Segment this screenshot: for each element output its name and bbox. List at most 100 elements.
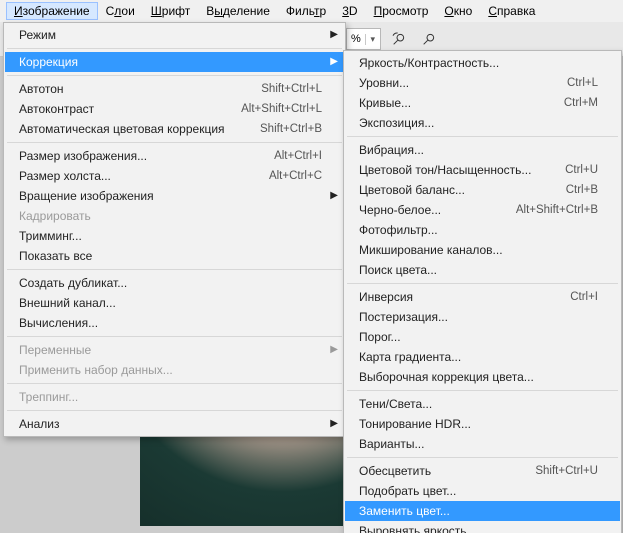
menubar-item[interactable]: Фильтр (278, 2, 334, 20)
menubar-item[interactable]: Выделение (198, 2, 278, 20)
menu-item-label: Постеризация... (359, 310, 448, 324)
chevron-right-icon: ▶ (330, 190, 338, 201)
menu-item[interactable]: Яркость/Контрастность... (345, 53, 620, 73)
menu-item[interactable]: Тени/Света... (345, 394, 620, 414)
menu-item-shortcut: Ctrl+U (565, 164, 598, 176)
menu-item[interactable]: Варианты... (345, 434, 620, 454)
menu-item[interactable]: Цветовой баланс...Ctrl+B (345, 180, 620, 200)
menu-item-label: Поиск цвета... (359, 263, 437, 277)
menubar-item-post: D (349, 4, 358, 18)
chevron-right-icon: ▶ (330, 29, 338, 40)
menu-item-shortcut: Ctrl+M (564, 97, 598, 109)
percent-suffix: % (347, 33, 365, 45)
menubar-item[interactable]: Шрифт (143, 2, 198, 20)
menu-item[interactable]: Микширование каналов... (345, 240, 620, 260)
menubar-item-mnemonic: И (14, 4, 23, 18)
menu-item[interactable]: Постеризация... (345, 307, 620, 327)
chevron-right-icon: ▶ (330, 418, 338, 429)
menu-item-label: Черно-белое... (359, 203, 441, 217)
menu-item[interactable]: Фотофильтр... (345, 220, 620, 240)
menu-item[interactable]: Вычисления... (5, 313, 344, 333)
menu-item-label: Фотофильтр... (359, 223, 438, 237)
menu-item[interactable]: Размер холста...Alt+Ctrl+C (5, 166, 344, 186)
menu-item[interactable]: Показать все (5, 246, 344, 266)
menu-item[interactable]: Вибрация... (345, 140, 620, 160)
menu-item-label: Порог... (359, 330, 401, 344)
menu-item[interactable]: Режим▶ (5, 25, 344, 45)
menu-item-label: Тени/Света... (359, 397, 432, 411)
menubar-item-post: рифт (162, 4, 190, 18)
menu-item[interactable]: Автоматическая цветовая коррекция Shift+C… (5, 119, 344, 139)
menu-item[interactable]: АвтотонShift+Ctrl+L (5, 79, 344, 99)
menu-item-label: Кадрировать (19, 209, 91, 223)
menu-item-shortcut: Ctrl+B (566, 184, 598, 196)
menubar-item-post: кно (454, 4, 473, 18)
menu-item[interactable]: Выборочная коррекция цвета... (345, 367, 620, 387)
menu-item: Кадрировать (5, 206, 344, 226)
menu-item-label: Уровни... (359, 76, 409, 90)
menu-item[interactable]: Инверсия Ctrl+I (345, 287, 620, 307)
menu-separator (347, 457, 618, 458)
menubar-item-pre: Филь (286, 4, 314, 18)
menu-item-shortcut: Shift+Ctrl+B (260, 123, 322, 135)
menu-item[interactable]: Тонирование HDR... (345, 414, 620, 434)
chevron-right-icon: ▶ (330, 56, 338, 67)
menu-item-label: Обесцветить (359, 464, 431, 478)
menu-item[interactable]: Уровни...Ctrl+L (345, 73, 620, 93)
menu-item[interactable]: Выровнять яркость (345, 521, 620, 533)
menu-item[interactable]: Поиск цвета... (345, 260, 620, 280)
menubar-item[interactable]: 3D (334, 2, 365, 20)
menu-item[interactable]: Вращение изображения▶ (5, 186, 344, 206)
menubar-item[interactable]: Изображение (6, 2, 98, 20)
menu-item-label: Автоконтраст (19, 102, 94, 116)
image-dropdown-menu: Режим▶Коррекция▶АвтотонShift+Ctrl+LАвток… (3, 22, 346, 437)
menu-item[interactable]: АвтоконтрастAlt+Shift+Ctrl+L (5, 99, 344, 119)
menubar-item-post: ои (121, 4, 134, 18)
menu-item-label: Выборочная коррекция цвета... (359, 370, 534, 384)
menu-item[interactable]: Тримминг... (5, 226, 344, 246)
menu-item[interactable]: Порог... (345, 327, 620, 347)
menu-item-label: Тримминг... (19, 229, 82, 243)
menu-item-label: Размер холста... (19, 169, 111, 183)
menu-item: Треппинг... (5, 387, 344, 407)
menu-item-label: Коррекция (19, 55, 78, 69)
menubar-item-mnemonic: Ш (151, 4, 162, 18)
menu-item[interactable]: Цветовой тон/Насыщенность...Ctrl+U (345, 160, 620, 180)
art-history-brush-icon[interactable] (387, 27, 411, 51)
menu-item-label: Внешний канал... (19, 296, 116, 310)
menu-item[interactable]: Размер изображения...Alt+Ctrl+I (5, 146, 344, 166)
menu-separator (7, 75, 342, 76)
menu-item[interactable]: Анализ▶ (5, 414, 344, 434)
menu-item: Применить набор данных... (5, 360, 344, 380)
menu-item-label: Инверсия (359, 290, 413, 304)
menu-item-label: Варианты... (359, 437, 424, 451)
menu-item-label: Вычисления... (19, 316, 98, 330)
menu-item[interactable]: Заменить цвет... (345, 501, 620, 521)
menubar-item[interactable]: Окно (436, 2, 480, 20)
menubar-item-mnemonic: С (488, 4, 497, 18)
menu-item-label: Автоматическая цветовая коррекция (19, 122, 225, 136)
menu-item[interactable]: ОбесцветитьShift+Ctrl+U (345, 461, 620, 481)
menu-item[interactable]: Создать дубликат... (5, 273, 344, 293)
menubar-item[interactable]: Слои (98, 2, 143, 20)
menu-item[interactable]: Внешний канал... (5, 293, 344, 313)
menubar-item[interactable]: Справка (480, 2, 543, 20)
menu-item[interactable]: Экспозиция... (345, 113, 620, 133)
percent-dropdown[interactable]: % ▾ (346, 28, 381, 50)
menu-item[interactable]: Черно-белое...Alt+Shift+Ctrl+B (345, 200, 620, 220)
menu-item-shortcut: Ctrl+I (570, 291, 598, 303)
menubar-item-mnemonic: 3 (342, 4, 349, 18)
chevron-down-icon: ▾ (365, 34, 380, 45)
menubar-item-post: деление (223, 4, 270, 18)
adjustments-submenu: Яркость/Контрастность...Уровни...Ctrl+LК… (343, 50, 622, 533)
menubar-item[interactable]: Просмотр (366, 2, 437, 20)
menu-item[interactable]: Подобрать цвет... (345, 481, 620, 501)
menu-item[interactable]: Карта градиента... (345, 347, 620, 367)
menubar-item-post: зображение (23, 4, 90, 18)
menu-item[interactable]: Коррекция ▶ (5, 52, 344, 72)
menubar-item-mnemonic: ы (214, 4, 223, 18)
menu-item: Переменные▶ (5, 340, 344, 360)
menu-separator (347, 136, 618, 137)
brush-icon[interactable] (417, 27, 441, 51)
menu-item[interactable]: Кривые...Ctrl+M (345, 93, 620, 113)
